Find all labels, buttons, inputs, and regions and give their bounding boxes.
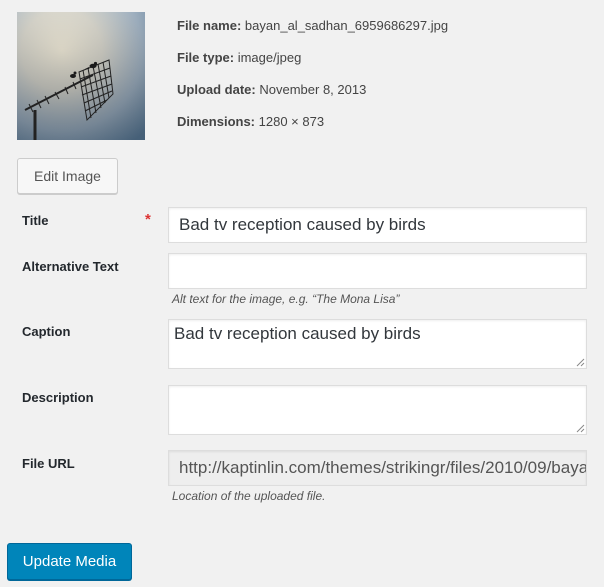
file-url-hint: Location of the uploaded file. <box>172 489 326 503</box>
file-name-label: File name: <box>177 18 242 33</box>
attachment-thumbnail <box>17 12 145 140</box>
description-textarea[interactable] <box>168 385 587 435</box>
upload-date-label: Upload date: <box>177 82 256 97</box>
file-url-input[interactable]: http://kaptinlin.com/themes/strikingr/fi… <box>168 450 587 486</box>
file-name-value: bayan_al_sadhan_6959686297.jpg <box>244 18 449 33</box>
title-input[interactable]: Bad tv reception caused by birds <box>168 207 587 243</box>
dimensions-label: Dimensions: <box>177 114 256 129</box>
file-name-row: File name: bayan_al_sadhan_6959686297.jp… <box>177 17 448 49</box>
caption-label: Caption <box>22 324 71 339</box>
alt-text-hint: Alt text for the image, e.g. “The Mona L… <box>172 292 400 306</box>
file-type-label: File type: <box>177 50 235 65</box>
antenna-with-birds-photo <box>17 12 145 140</box>
description-label: Description <box>22 390 94 405</box>
upload-date-row: Upload date: November 8, 2013 <box>177 81 448 113</box>
file-type-value: image/jpeg <box>237 50 302 65</box>
dimensions-value: 1280 × 873 <box>258 114 325 129</box>
resize-grip-icon[interactable] <box>576 358 585 367</box>
caption-text: Bad tv reception caused by birds <box>174 324 421 343</box>
resize-grip-icon[interactable] <box>576 424 585 433</box>
upload-date-value: November 8, 2013 <box>259 82 367 97</box>
alt-text-label: Alternative Text <box>22 259 119 274</box>
caption-textarea[interactable]: Bad tv reception caused by birds <box>168 319 587 369</box>
file-type-row: File type: image/jpeg <box>177 49 448 81</box>
dimensions-row: Dimensions: 1280 × 873 <box>177 113 448 145</box>
edit-image-button[interactable]: Edit Image <box>17 158 118 194</box>
required-indicator: * <box>145 211 151 228</box>
title-label: Title <box>22 213 49 228</box>
file-details: File name: bayan_al_sadhan_6959686297.jp… <box>177 17 448 145</box>
update-media-button[interactable]: Update Media <box>7 543 132 580</box>
alt-text-input[interactable] <box>168 253 587 289</box>
file-url-label: File URL <box>22 456 75 471</box>
